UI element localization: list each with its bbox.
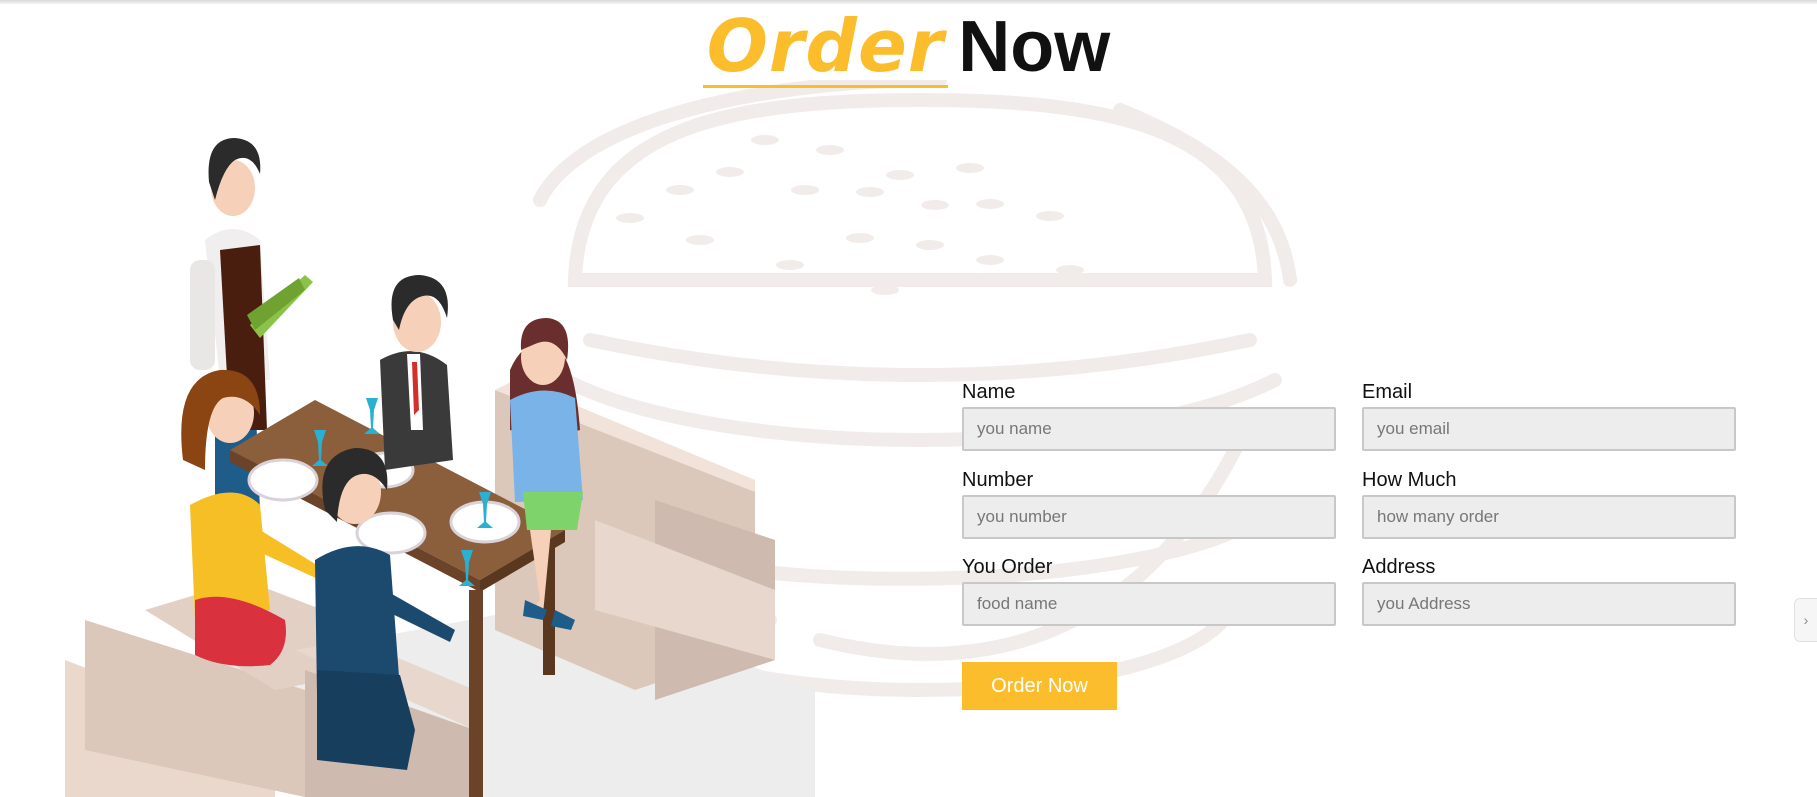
email-label: Email xyxy=(1362,381,1413,403)
side-panel-toggle[interactable]: › xyxy=(1794,598,1817,642)
how-much-field-group: How Much xyxy=(1362,468,1736,539)
email-input[interactable] xyxy=(1362,407,1736,451)
how-much-input[interactable] xyxy=(1362,495,1736,539)
name-field-group: Name xyxy=(962,380,1336,451)
your-order-label: You Order xyxy=(962,556,1053,578)
chevron-right-icon: › xyxy=(1803,612,1809,628)
email-field-group: Email xyxy=(1362,380,1736,451)
address-label: Address xyxy=(1362,556,1436,578)
order-now-button[interactable]: Order Now xyxy=(962,662,1117,710)
address-input[interactable] xyxy=(1362,582,1736,626)
title-word-now: Now xyxy=(958,7,1111,87)
your-order-field-group: You Order xyxy=(962,555,1336,626)
name-input[interactable] xyxy=(962,407,1336,451)
man-in-suit xyxy=(380,275,453,470)
number-input[interactable] xyxy=(962,495,1336,539)
address-field-group: Address xyxy=(1362,555,1736,626)
title-word-order: Order xyxy=(702,4,948,88)
restaurant-dining-illustration xyxy=(65,138,815,797)
how-much-label: How Much xyxy=(1362,469,1457,491)
name-label: Name xyxy=(962,381,1016,403)
page-title: Order Now xyxy=(0,4,1817,88)
number-field-group: Number xyxy=(962,468,1336,539)
your-order-input[interactable] xyxy=(962,582,1336,626)
number-label: Number xyxy=(962,469,1034,491)
